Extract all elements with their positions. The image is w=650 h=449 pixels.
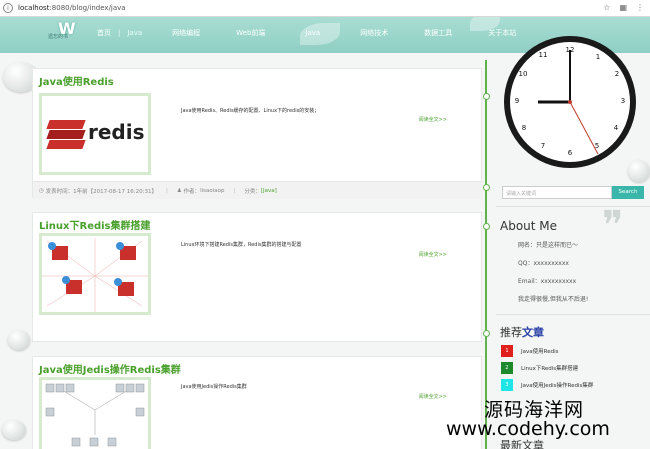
nav-item-java[interactable]: Java (127, 29, 142, 37)
timeline-dot (483, 93, 490, 100)
apps-icon[interactable]: ▦ (619, 3, 627, 12)
water-drop-decoration (8, 330, 30, 350)
redis-logo-icon (46, 120, 86, 150)
read-more-link[interactable]: 阅读全文>> (419, 251, 447, 258)
post-excerpt: Linux环境下搭建Redis集群，Redis集群的搭建与配置 (181, 242, 302, 248)
browser-address-bar: i localhost:8080/blog/index/java ☆ ▦ ⋮ (0, 0, 650, 17)
nav-item-data-tools[interactable]: 数据工具 (424, 28, 452, 38)
main-nav: 首页 | Java 网络编程 Web前端 Java 网络技术 数据工具 关于本站 (97, 28, 517, 38)
star-icon[interactable]: ☆ (603, 3, 610, 12)
post-thumbnail[interactable] (39, 233, 151, 315)
water-drop-decoration (628, 160, 650, 182)
watermark-url: www.codehy.com (446, 418, 610, 440)
nav-item-network-programming[interactable]: 网络编程 (172, 28, 200, 38)
rank-badge: 3 (501, 379, 513, 391)
browser-tools: ☆ ▦ ⋮ (603, 3, 644, 12)
post-meta: ◷ 发表时间： 1年前【2017-08-17 16:20:31】 | ♟ 作者：… (33, 181, 483, 199)
network-topology-icon (45, 383, 145, 447)
post-excerpt: Java使用Redis、Redis缓存的配置、Linux下的redis的安装； (181, 108, 320, 114)
post-time: 1年前【2017-08-17 16:20:31】 (73, 188, 157, 195)
post-title[interactable]: Linux下Redis集群搭建 (39, 217, 151, 232)
site-subtitle: 遗忘的书 (48, 34, 69, 40)
about-qq: QQ：xxxxxxxxxx (518, 260, 569, 267)
about-email: Email：xxxxxxxxxx (518, 278, 577, 285)
timeline-dot (483, 184, 490, 191)
nav-item-web-frontend[interactable]: Web前端 (236, 28, 265, 38)
menu-icon[interactable]: ⋮ (636, 3, 644, 12)
post-author: lisaoiaop (200, 187, 225, 194)
post-category-link[interactable]: [Java] (261, 188, 277, 194)
url-text[interactable]: localhost:8080/blog/index/java (18, 4, 126, 12)
nav-item-about[interactable]: 关于本站 (488, 28, 516, 38)
read-more-link[interactable]: 阅读全文>> (419, 393, 447, 400)
user-icon: ♟ (176, 187, 184, 194)
rank-badge: 1 (501, 345, 513, 357)
clock-hands (538, 50, 599, 155)
post-thumbnail[interactable]: redis (39, 93, 151, 175)
nav-item-java-2[interactable]: Java (305, 29, 320, 37)
post-list: Java使用Redis redis Java使用Redis、Redis缓存的配置… (32, 60, 483, 449)
about-heading: About Me (500, 219, 558, 233)
post-card: Linux下Redis集群搭建 Linux环境下搭建Redis集群，Redis集… (32, 212, 482, 342)
nav-item-network-tech[interactable]: 网络技术 (360, 28, 388, 38)
recommend-heading: 推荐文章 (500, 326, 544, 339)
search-button[interactable]: Search (612, 186, 644, 199)
read-more-link[interactable]: 阅读全文>> (419, 116, 447, 123)
timeline-dot (483, 330, 490, 337)
search-input[interactable]: 请输入关键词 (502, 186, 612, 199)
recommend-item[interactable]: 1 Java使用Redis (501, 345, 641, 357)
redis-logo-text: redis (88, 120, 145, 144)
post-title[interactable]: Java使用Jedis操作Redis集群 (39, 361, 181, 376)
rank-badge: 2 (501, 362, 513, 374)
about-motto: 我走得很慢,但我从不后退! (518, 296, 589, 303)
nav-item-home[interactable]: 首页 (97, 28, 111, 38)
recommend-item[interactable]: 2 Linux下Redis集群搭建 (501, 362, 641, 374)
post-title[interactable]: Java使用Redis (39, 73, 114, 88)
info-icon[interactable]: i (3, 3, 13, 13)
timeline-line (485, 60, 487, 449)
post-excerpt: Java使用Jedis操作Redis集群 (181, 384, 247, 390)
post-card: Java使用Redis redis Java使用Redis、Redis缓存的配置… (32, 68, 483, 199)
post-card: Java使用Jedis操作Redis集群 Java使用Jedis操作Redis集… (32, 356, 482, 449)
recommend-item[interactable]: 3 Java使用Jedis操作Redis集群 (501, 379, 641, 391)
post-thumbnail[interactable] (39, 377, 151, 449)
analog-clock: 12 1 2 3 4 5 6 7 8 9 10 11 (504, 36, 636, 168)
about-name: 网名：只是这样而已～ (518, 242, 579, 249)
timeline-dot (483, 223, 490, 230)
water-drop-decoration (2, 420, 26, 440)
quote-icon: ❞ (602, 203, 624, 249)
redis-cluster-diagram-icon (42, 238, 148, 312)
